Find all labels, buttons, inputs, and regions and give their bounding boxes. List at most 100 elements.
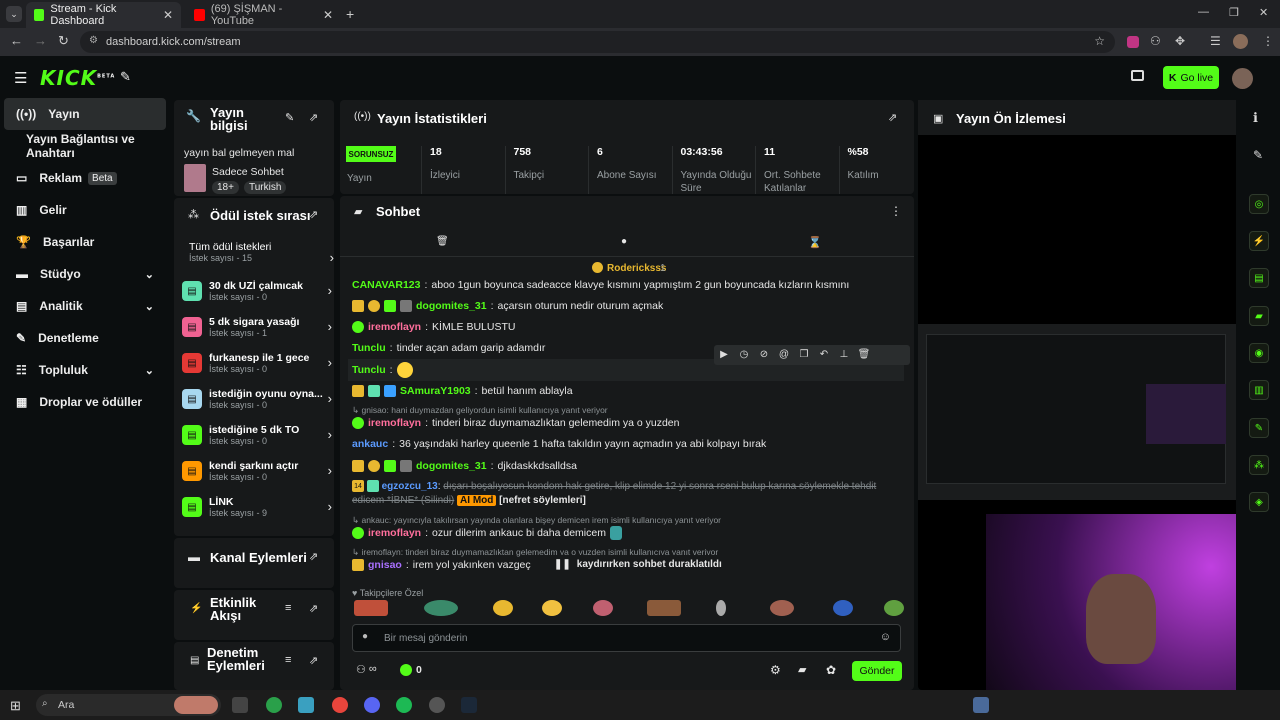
sidebar-item-reklam[interactable]: ▭ Reklam Beta bbox=[4, 162, 166, 194]
reply-context[interactable]: ↳ gnisao: hani duymazdan geliyordun isim… bbox=[352, 405, 608, 416]
chat-message[interactable]: dogomites_31: djkdaskkdsalldsa bbox=[352, 459, 577, 473]
chat-message[interactable]: Tunclu: bbox=[352, 362, 413, 378]
popout-icon[interactable]: ⇗ bbox=[309, 550, 318, 563]
ban-icon[interactable]: ⊘ bbox=[754, 345, 774, 363]
popout-icon[interactable]: ⇗ bbox=[888, 111, 897, 124]
emote-icon[interactable] bbox=[354, 600, 388, 616]
taskbar-search[interactable]: ⌕ Ara bbox=[36, 694, 221, 716]
sidebar-item-gelir[interactable]: ▥ Gelir bbox=[4, 194, 166, 226]
new-tab-icon[interactable]: + bbox=[346, 6, 354, 22]
back-icon[interactable]: ← bbox=[10, 33, 23, 48]
chat-username[interactable]: SAmuraY1903 bbox=[400, 385, 471, 397]
obs-icon[interactable] bbox=[429, 697, 445, 713]
sidebar-item-denetleme[interactable]: ✎ Denetleme bbox=[4, 322, 166, 354]
chat-message[interactable]: Tunclu: tinder açan adam garip adamdır bbox=[352, 341, 545, 355]
chat-message[interactable]: dogomites_31: açarsın oturum nedir oturum… bbox=[352, 299, 663, 313]
timeout-icon[interactable]: ◷ bbox=[734, 345, 754, 363]
chrome-icon[interactable] bbox=[332, 697, 348, 713]
app-icon[interactable] bbox=[298, 697, 314, 713]
tab-kick-dashboard[interactable]: Stream - Kick Dashboard ✕ bbox=[26, 2, 181, 28]
chat-message[interactable]: ankauc:36 yaşındaki harley queenle 1 haf… bbox=[352, 437, 766, 451]
chat-username[interactable]: egzozcu_13 bbox=[382, 481, 438, 492]
play-icon[interactable]: ▶ bbox=[714, 345, 734, 363]
broadcast-icon[interactable]: ◉ bbox=[1249, 343, 1269, 363]
reward-item[interactable]: ▤ furkanesp ile 1 gece İstek sayısı - 0 › bbox=[182, 346, 332, 380]
edit-icon[interactable]: ✎ bbox=[285, 111, 294, 124]
close-tab-icon[interactable]: ✕ bbox=[163, 8, 173, 22]
hamburger-menu-icon[interactable]: ☰ bbox=[14, 69, 27, 87]
emote-icon[interactable] bbox=[647, 600, 681, 616]
reward-item[interactable]: ▤ istediğin oyunu oyna... İstek sayısı - 0… bbox=[182, 382, 332, 416]
reply-context[interactable]: ↳ ankauc: yayıncıyla takılırsan yayında … bbox=[352, 515, 721, 526]
reward-item[interactable]: ▤ istediğine 5 dk TO İstek sayısı - 0 › bbox=[182, 418, 332, 452]
forward-icon[interactable]: → bbox=[34, 33, 47, 48]
pin-icon[interactable]: ⊥ bbox=[834, 345, 854, 363]
extensions-puzzle-icon[interactable]: ✥ bbox=[1175, 34, 1185, 48]
wrench-icon[interactable]: ✎ bbox=[1249, 418, 1269, 438]
emote-icon[interactable] bbox=[542, 600, 562, 616]
chat-message[interactable]: iremoflayn: ozur dilerim ankauc bi daha d… bbox=[352, 526, 622, 540]
menu-list-icon[interactable]: ☰ bbox=[1210, 34, 1221, 48]
app-icon[interactable] bbox=[266, 697, 282, 713]
chat-username[interactable]: Tunclu bbox=[352, 364, 386, 376]
popout-icon[interactable]: ⇗ bbox=[309, 111, 318, 124]
emote-icon[interactable] bbox=[716, 600, 726, 616]
chat-bubble-icon[interactable]: ▰ bbox=[798, 663, 806, 676]
chat-bubble-icon[interactable]: ● bbox=[621, 236, 627, 247]
chat-username[interactable]: iremoflayn bbox=[368, 417, 421, 429]
kick-logo[interactable]: KICKBETA bbox=[40, 66, 115, 90]
sidebar-item-basarilar[interactable]: 🏆 Başarılar bbox=[4, 226, 166, 258]
chat-mode-indicator[interactable]: ⚇ ∞ bbox=[356, 663, 377, 676]
emote-icon[interactable] bbox=[833, 600, 853, 616]
reward-item[interactable]: ▤ LİNK İstek sayısı - 9 › bbox=[182, 490, 332, 524]
chat-username[interactable]: dogomites_31 bbox=[416, 300, 487, 312]
drops-icon[interactable]: ◈ bbox=[1249, 492, 1269, 512]
copy-icon[interactable]: ❐ bbox=[794, 345, 814, 363]
restore-icon[interactable]: ❐ bbox=[1229, 6, 1239, 19]
close-window-icon[interactable]: ✕ bbox=[1259, 6, 1268, 19]
chat-message[interactable]: iremoflayn: tinderi biraz duymamazlıktan … bbox=[352, 416, 679, 430]
chat-message[interactable]: iremoflayn: KİMLE BULUSTU bbox=[352, 320, 515, 334]
reward-item[interactable]: ▤ kendi şarkını açtır İstek sayısı - 0 › bbox=[182, 454, 332, 488]
extension-icon[interactable]: ⚇ bbox=[1150, 34, 1161, 48]
popout-icon[interactable]: ⇗ bbox=[309, 208, 318, 221]
profile-avatar[interactable] bbox=[1233, 34, 1248, 49]
emoji-icon[interactable]: ☺ bbox=[880, 631, 891, 643]
chat-message[interactable]: gnisao: irem yol yakınken vazgeç bbox=[352, 558, 531, 572]
chat-username[interactable]: dogomites_31 bbox=[416, 460, 487, 472]
chat-bubble-icon[interactable]: ▰ bbox=[1249, 306, 1269, 326]
pinned-user[interactable]: Rodericksss bbox=[607, 263, 666, 274]
trash-icon[interactable]: 🗑 bbox=[436, 236, 449, 247]
emote-icon[interactable] bbox=[770, 600, 794, 616]
extension-icon[interactable] bbox=[1127, 36, 1139, 48]
chat-username[interactable]: iremoflayn bbox=[368, 527, 421, 539]
chat-username[interactable]: gnisao bbox=[368, 559, 402, 571]
tab-youtube[interactable]: (69) ŞİŞMAN - YouTube ✕ bbox=[186, 2, 341, 28]
lightning-icon[interactable]: ⚡ bbox=[1249, 231, 1269, 251]
sidebar-item-topluluk[interactable]: ☷ Topluluk ⌄ bbox=[4, 354, 166, 386]
emote-icon[interactable] bbox=[493, 600, 513, 616]
pin-icon[interactable]: ✎ bbox=[120, 69, 131, 85]
tab-search-icon[interactable]: ⌄ bbox=[6, 6, 22, 22]
spotify-icon[interactable] bbox=[396, 697, 412, 713]
user-avatar[interactable] bbox=[1232, 68, 1253, 89]
sidebar-item-yayin[interactable]: ((•)) Yayın bbox=[4, 98, 166, 130]
discord-icon[interactable] bbox=[364, 697, 380, 713]
chat-message[interactable]: CANAVAR123: aboo 1gun boyunca sadeacce kl… bbox=[352, 278, 849, 292]
reply-icon[interactable]: ↶ bbox=[814, 345, 834, 363]
more-vertical-icon[interactable]: ⋮ bbox=[1262, 34, 1274, 48]
chat-paused-banner[interactable]: ❚❚ kaydırırken sohbet duraklatıldı bbox=[548, 555, 728, 573]
chat-message[interactable]: SAmuraY1903: betül hanım ablayla bbox=[352, 384, 573, 398]
gift-icon[interactable]: ✿ bbox=[826, 663, 836, 677]
deleted-chat-message[interactable]: 14 egzozcu_13: dışarı boşalıyosun kondom… bbox=[352, 480, 897, 508]
tray-icon[interactable] bbox=[973, 697, 989, 713]
chat-username[interactable]: Tunclu bbox=[352, 342, 386, 354]
url-field[interactable]: ⚙ dashboard.kick.com/stream ☆ bbox=[80, 31, 1115, 53]
preview-screen-capture[interactable] bbox=[918, 324, 1236, 500]
reload-icon[interactable]: ↻ bbox=[58, 33, 69, 49]
chat-input[interactable]: ● Bir mesaj gönderin ☺ bbox=[352, 624, 901, 652]
document-icon[interactable]: ▤ bbox=[1249, 268, 1269, 288]
hourglass-icon[interactable]: ⌛ bbox=[808, 236, 822, 249]
send-button[interactable]: Gönder bbox=[852, 661, 902, 681]
all-rewards-row[interactable]: Tüm ödül istekleri İstek sayısı - 15 › bbox=[189, 241, 334, 269]
